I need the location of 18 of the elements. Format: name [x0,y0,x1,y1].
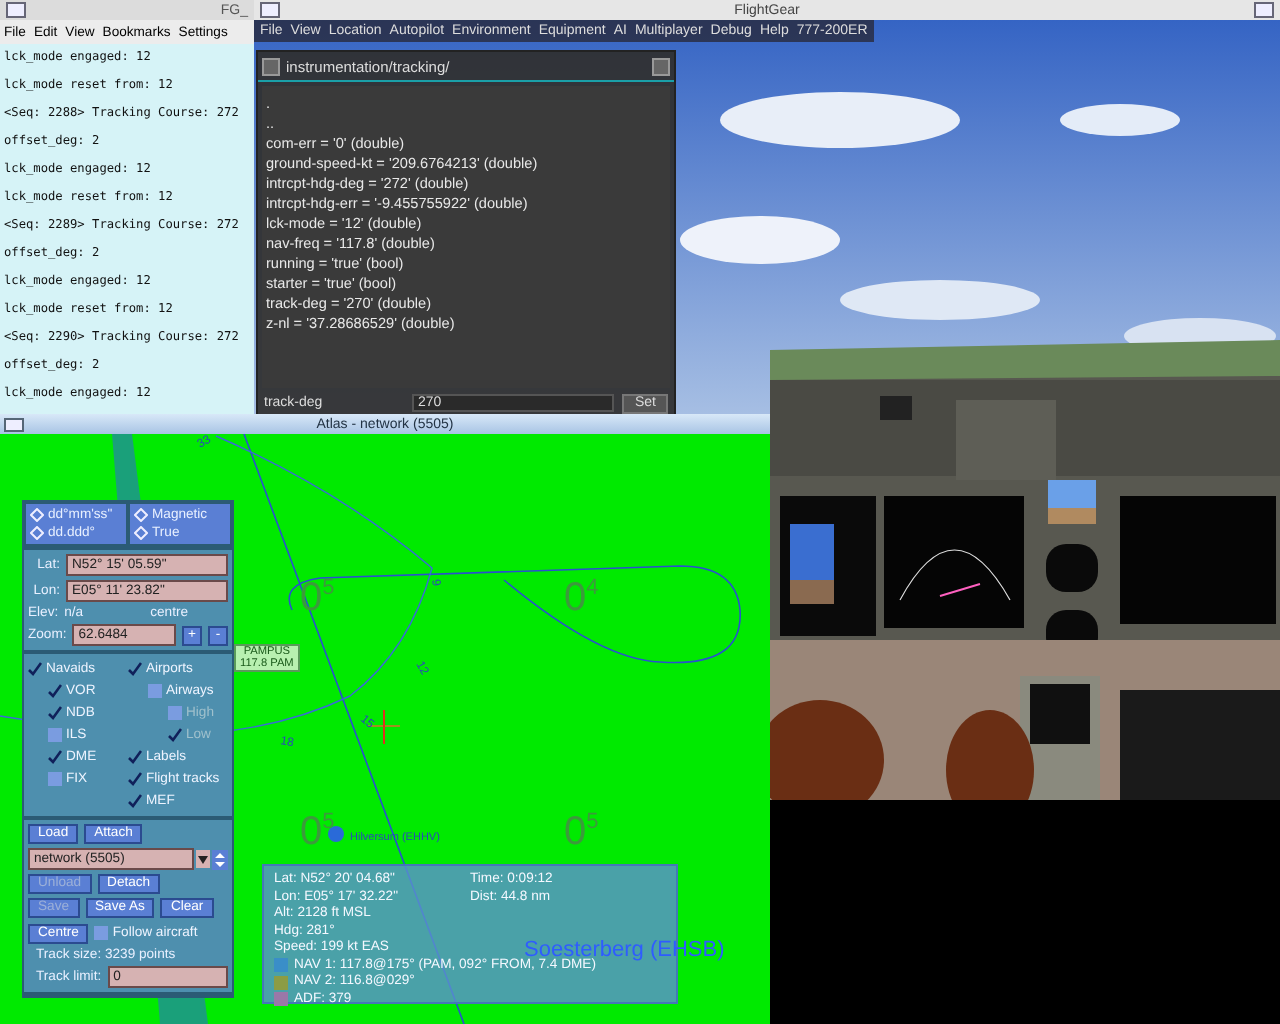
mef-label: 0$^{5}$ [564,810,599,854]
radio-diamond-icon[interactable] [134,526,148,540]
window-menu-icon[interactable] [6,2,26,18]
window-controls-icon[interactable] [1254,2,1274,18]
window-menu-icon[interactable] [4,418,24,432]
checkmark-icon [48,750,62,764]
checkmark-icon [128,662,142,676]
window-checkbox-icon[interactable] [652,57,670,75]
radio-diamond-icon[interactable] [134,508,148,522]
dropdown-arrow-icon[interactable] [196,850,210,868]
checkmark-icon [168,728,182,742]
radio-diamond-icon[interactable] [30,526,44,540]
window-checkbox-icon[interactable] [262,57,280,75]
mef-label: 0$^{5}$ [300,810,335,854]
mef-label: 0$^{4}$ [564,576,599,620]
window-menu-icon[interactable] [260,2,280,18]
radio-diamond-icon[interactable] [30,508,44,522]
spinner-arrows-icon[interactable] [212,849,228,869]
